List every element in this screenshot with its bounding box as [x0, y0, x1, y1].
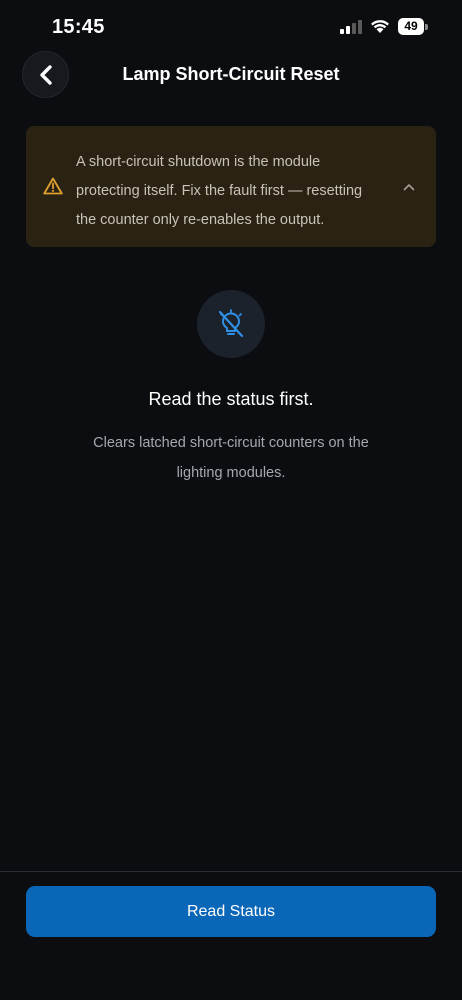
battery-icon: 49	[398, 18, 428, 35]
status-icons: 49	[340, 18, 428, 35]
section-title: Read the status first.	[148, 389, 314, 409]
battery-level: 49	[398, 18, 424, 35]
collapse-warning-button[interactable]	[398, 176, 420, 198]
signal-icon	[340, 19, 362, 34]
bulb-off-icon	[218, 309, 244, 338]
wifi-icon	[371, 20, 389, 33]
status-bar: 15:45 49	[0, 0, 462, 52]
read-status-button[interactable]: Read Status	[26, 886, 436, 937]
footer-divider	[0, 871, 462, 872]
warning-text: A short-circuit shutdown is the module p…	[76, 154, 363, 228]
page-title: Lamp Short-Circuit Reset	[122, 64, 340, 84]
header: Lamp Short-Circuit Reset	[0, 50, 462, 100]
section-description: Clears latched short-circuit counters on…	[93, 435, 369, 481]
warning-banner: A short-circuit shutdown is the module p…	[26, 126, 436, 247]
status-icon-circle	[197, 290, 265, 358]
warning-triangle-icon	[43, 177, 63, 195]
status-time: 15:45	[52, 16, 105, 38]
chevron-up-icon	[403, 184, 415, 191]
